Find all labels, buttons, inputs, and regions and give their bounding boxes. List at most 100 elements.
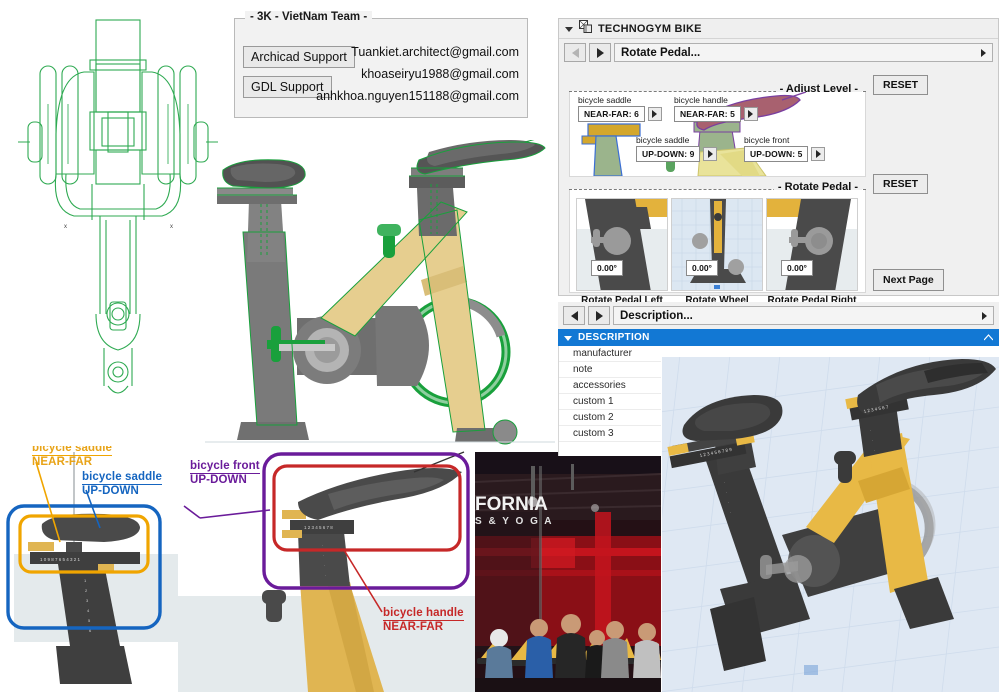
photo-sign-line1: FORNIA	[475, 494, 548, 515]
annotation-saddle-updown-line2: UP-DOWN	[82, 485, 139, 497]
credits-box: - 3K - VietNam Team - Archicad Support G…	[234, 11, 528, 118]
triangle-right-small-icon	[707, 150, 713, 158]
stepper-increment-2[interactable]	[703, 147, 718, 161]
bike-side-view	[205, 140, 555, 445]
chevron-down-icon[interactable]	[565, 20, 573, 38]
cad-drawing-area: xx - 3K - VietNam Team - Archicad Suppor…	[0, 0, 556, 446]
next-page-button[interactable]	[589, 43, 611, 62]
email-2: khoaseiryu1988@gmail.com	[361, 67, 519, 81]
prev-page-button[interactable]	[564, 43, 586, 62]
application-screenshot: xx - 3K - VietNam Team - Archicad Suppor…	[0, 0, 999, 692]
annotation-handle-nearfar-line2: NEAR-FAR	[383, 621, 444, 633]
description-row-custom-1[interactable]: custom 1	[559, 394, 661, 410]
stepper-value-1[interactable]: NEAR-FAR: 5	[674, 106, 741, 122]
svg-text:.: .	[324, 562, 325, 567]
svg-text:x: x	[170, 224, 173, 230]
triangle-right-small-icon[interactable]	[981, 48, 986, 57]
page-name-label: Rotate Pedal...	[621, 46, 701, 59]
triangle-right-small-icon	[652, 110, 658, 118]
triangle-left-icon	[571, 47, 579, 58]
rotate-pedal-group: - Rotate Pedal - 0.00° Rotate Pedal Left…	[569, 181, 866, 306]
stepper-value-3[interactable]: UP-DOWN: 5	[744, 146, 809, 162]
3d-viewport[interactable]: 1 2 3 4 5 6 7 8 9 1 2 3 4 5 6 7 .... ...	[662, 357, 999, 692]
stepper-saddle-updown[interactable]: UP-DOWN: 9	[636, 146, 718, 162]
svg-text:.: .	[874, 447, 875, 452]
rotate-pedal-left-cell[interactable]: 0.00° Rotate Pedal Left	[576, 198, 668, 306]
panel-header: TECHNOGYM BIKE	[559, 19, 998, 39]
chevron-down-icon[interactable]	[564, 329, 572, 347]
rotate-pedal-body: 0.00° Rotate Pedal Left 0.00° Rotate Whe…	[569, 190, 866, 306]
stepper-increment-1[interactable]	[743, 107, 758, 121]
rotate-wheel-preview[interactable]: 0.00°	[671, 198, 763, 291]
svg-text:.: .	[730, 509, 731, 514]
svg-text:.: .	[872, 437, 873, 442]
svg-text:.: .	[726, 489, 727, 494]
description-row-custom-3[interactable]: custom 3	[559, 426, 661, 442]
rotate-wheel-value[interactable]: 0.00°	[686, 260, 718, 276]
svg-text:.: .	[322, 542, 323, 547]
stepper-front-updown[interactable]: UP-DOWN: 5	[744, 146, 826, 162]
rotate-pedal-right-preview[interactable]: 0.00°	[766, 198, 858, 291]
credits-title: - 3K - VietNam Team -	[245, 11, 373, 23]
annotation-saddle-nearfar-line1: bicycle saddle	[32, 446, 113, 456]
svg-text:1 2 3 4 5 6 7 8: 1 2 3 4 5 6 7 8	[304, 525, 333, 530]
annotation-saddle-nearfar-line2: NEAR-FAR	[32, 456, 93, 468]
rotate-pedal-right-cell[interactable]: 0.00° Rotate Pedal Right	[766, 198, 858, 306]
next-page-action-button[interactable]: Next Page	[873, 269, 944, 291]
annotation-front-updown-line2: UP-DOWN	[190, 474, 247, 486]
reset-adjust-level-button[interactable]: RESET	[873, 75, 929, 95]
stepper-increment-3[interactable]	[811, 147, 826, 161]
rotate-wheel-cell[interactable]: 0.00° Rotate Wheel	[671, 198, 763, 306]
description-section-header[interactable]: DESCRIPTION	[558, 329, 999, 346]
rotate-pedal-left-value[interactable]: 0.00°	[591, 260, 623, 276]
object-settings-icon	[579, 19, 592, 38]
panel-title: TECHNOGYM BIKE	[598, 22, 702, 35]
stepper-saddle-nearfar[interactable]: NEAR-FAR: 6	[578, 106, 662, 122]
rotate-pedal-left-preview[interactable]: 0.00°	[576, 198, 668, 291]
stepper-increment-0[interactable]	[647, 107, 662, 121]
stepper-value-2[interactable]: UP-DOWN: 9	[636, 146, 701, 162]
archicad-support-button[interactable]: Archicad Support	[243, 46, 355, 68]
triangle-right-small-icon[interactable]	[982, 311, 987, 320]
rotate-pedal-right-value[interactable]: 0.00°	[781, 260, 813, 276]
chevron-up-icon[interactable]	[983, 333, 994, 343]
triangle-right-icon	[595, 310, 603, 321]
annotation-saddle-updown-line1: bicycle saddle	[82, 471, 163, 485]
triangle-right-small-icon	[748, 110, 754, 118]
description-navigation-bar: Description...	[558, 302, 999, 329]
saddle-detail-view: 1 0 9 8 7 6 5 4 3 2 1 123 456 bicycle sa…	[0, 446, 178, 692]
triangle-left-icon	[570, 310, 578, 321]
adjust-level-body: bicycle saddle NEAR-FAR: 6 bicycle handl…	[569, 92, 866, 177]
reset-rotate-pedal-button[interactable]: RESET	[873, 174, 929, 194]
wireframe-top-view: xx	[18, 19, 218, 394]
triangle-right-small-icon	[815, 150, 821, 158]
svg-text:.: .	[325, 572, 326, 577]
desc-next-button[interactable]	[588, 306, 610, 325]
email-1: Tuankiet.architect@gmail.com	[351, 45, 519, 59]
stepper-value-0[interactable]: NEAR-FAR: 6	[578, 106, 645, 122]
desc-prev-button[interactable]	[563, 306, 585, 325]
page-name-field[interactable]: Rotate Pedal...	[614, 43, 993, 62]
adjust-level-group: - Adjust Level - bicycle saddle NEAR-FAR…	[569, 83, 866, 177]
description-row-manufacturer[interactable]: manufacturer	[559, 346, 661, 362]
svg-text:.: .	[724, 479, 725, 484]
stepper-handle-nearfar[interactable]: NEAR-FAR: 5	[674, 106, 758, 122]
annotation-front-updown-line1: bicycle front	[190, 460, 260, 474]
field-label-3: bicycle front	[744, 135, 790, 145]
desc-page-name-label: Description...	[620, 309, 693, 322]
svg-text:.: .	[870, 427, 871, 432]
description-row-accessories[interactable]: accessories	[559, 378, 661, 394]
field-label-1: bicycle handle	[674, 95, 728, 105]
annotation-handle-nearfar-line1: bicycle handle	[383, 607, 464, 621]
desc-page-name-field[interactable]: Description...	[613, 306, 994, 325]
description-panel: Description... DESCRIPTION manufacturer …	[558, 302, 999, 692]
object-settings-panel: TECHNOGYM BIKE Rotate Pedal... - Adjust …	[558, 18, 999, 306]
front-detail-view: 1 2 3 4 5 6 7 8 .... bicycle front UP-DO…	[178, 446, 475, 692]
field-label-2: bicycle saddle	[636, 135, 690, 145]
description-section-title: DESCRIPTION	[578, 332, 650, 343]
svg-text:x: x	[64, 224, 67, 230]
photo-sign-line2: S & Y O G A	[475, 516, 554, 527]
3d-bike-render: 1 2 3 4 5 6 7 8 9 1 2 3 4 5 6 7 .... ...	[662, 357, 999, 692]
description-row-note[interactable]: note	[559, 362, 661, 378]
description-row-custom-2[interactable]: custom 2	[559, 410, 661, 426]
